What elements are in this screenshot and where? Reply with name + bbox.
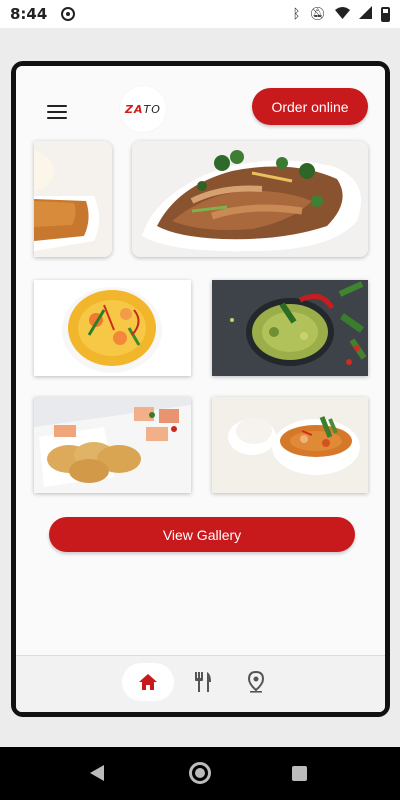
app-header: ZATO Order online	[16, 66, 385, 148]
back-icon[interactable]	[90, 765, 104, 781]
yellow-curry-image[interactable]	[34, 280, 191, 376]
tab-menu[interactable]	[177, 663, 229, 701]
signal-icon	[359, 6, 372, 22]
device-frame: ZATO Order online View Gallery	[11, 61, 390, 717]
app-notification-icon	[61, 7, 76, 21]
logo-text: ZATO	[125, 103, 161, 116]
battery-icon	[381, 6, 390, 22]
green-curry-image[interactable]	[212, 280, 368, 376]
logo-text-prefix: ZA	[125, 102, 144, 116]
red-curry-with-rice-image[interactable]	[212, 397, 368, 493]
view-gallery-button[interactable]: View Gallery	[49, 517, 355, 552]
stir-fried-noodles-image[interactable]	[132, 141, 368, 257]
bluetooth-icon: ᛒ	[292, 6, 301, 22]
app-screen: ZATO Order online View Gallery	[16, 66, 385, 712]
location-pin-icon	[248, 671, 264, 693]
sauce-dish-image[interactable]	[34, 141, 112, 257]
status-icons: ᛒ 🔕︎	[293, 6, 390, 22]
home-icon	[139, 674, 157, 690]
status-bar: 8:44 ᛒ 🔕︎	[0, 0, 400, 28]
hamburger-icon[interactable]	[47, 105, 67, 119]
tab-home[interactable]	[122, 663, 174, 701]
fork-knife-icon	[195, 672, 211, 692]
home-circle-icon[interactable]	[189, 762, 211, 784]
logo-text-suffix: TO	[143, 102, 161, 116]
system-nav-bar	[0, 747, 400, 800]
wifi-icon	[335, 6, 350, 22]
order-online-button[interactable]: Order online	[252, 88, 368, 125]
recent-apps-icon[interactable]	[292, 766, 307, 781]
mute-icon: 🔕︎	[309, 6, 326, 22]
status-time: 8:44	[10, 5, 48, 23]
bottom-tab-bar	[16, 655, 385, 712]
tab-location[interactable]	[230, 663, 282, 701]
logo[interactable]: ZATO	[120, 86, 166, 132]
dumplings-image[interactable]	[34, 397, 191, 493]
